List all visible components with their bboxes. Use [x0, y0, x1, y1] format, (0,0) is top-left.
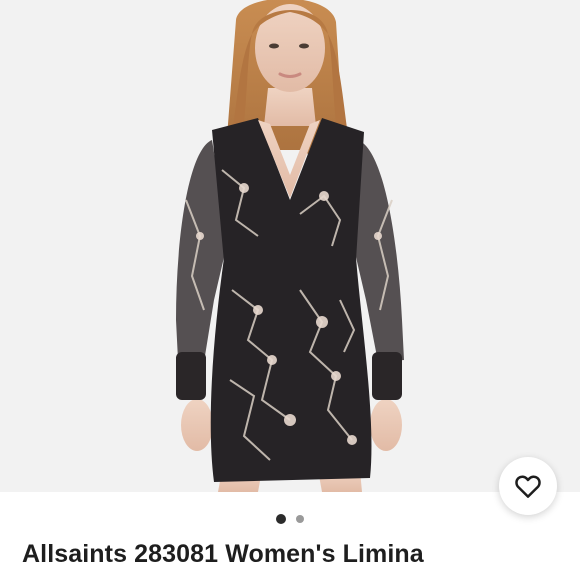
image-pagination [0, 514, 580, 524]
like-button[interactable] [499, 457, 557, 515]
dress-photo-illustration [176, 0, 404, 492]
heart-outline-icon [515, 475, 541, 498]
pagination-dot[interactable] [296, 515, 304, 523]
pagination-dot-active[interactable] [276, 514, 286, 524]
product-image[interactable] [0, 0, 580, 492]
product-title: Allsaints 283081 Women's Limina [22, 540, 424, 568]
